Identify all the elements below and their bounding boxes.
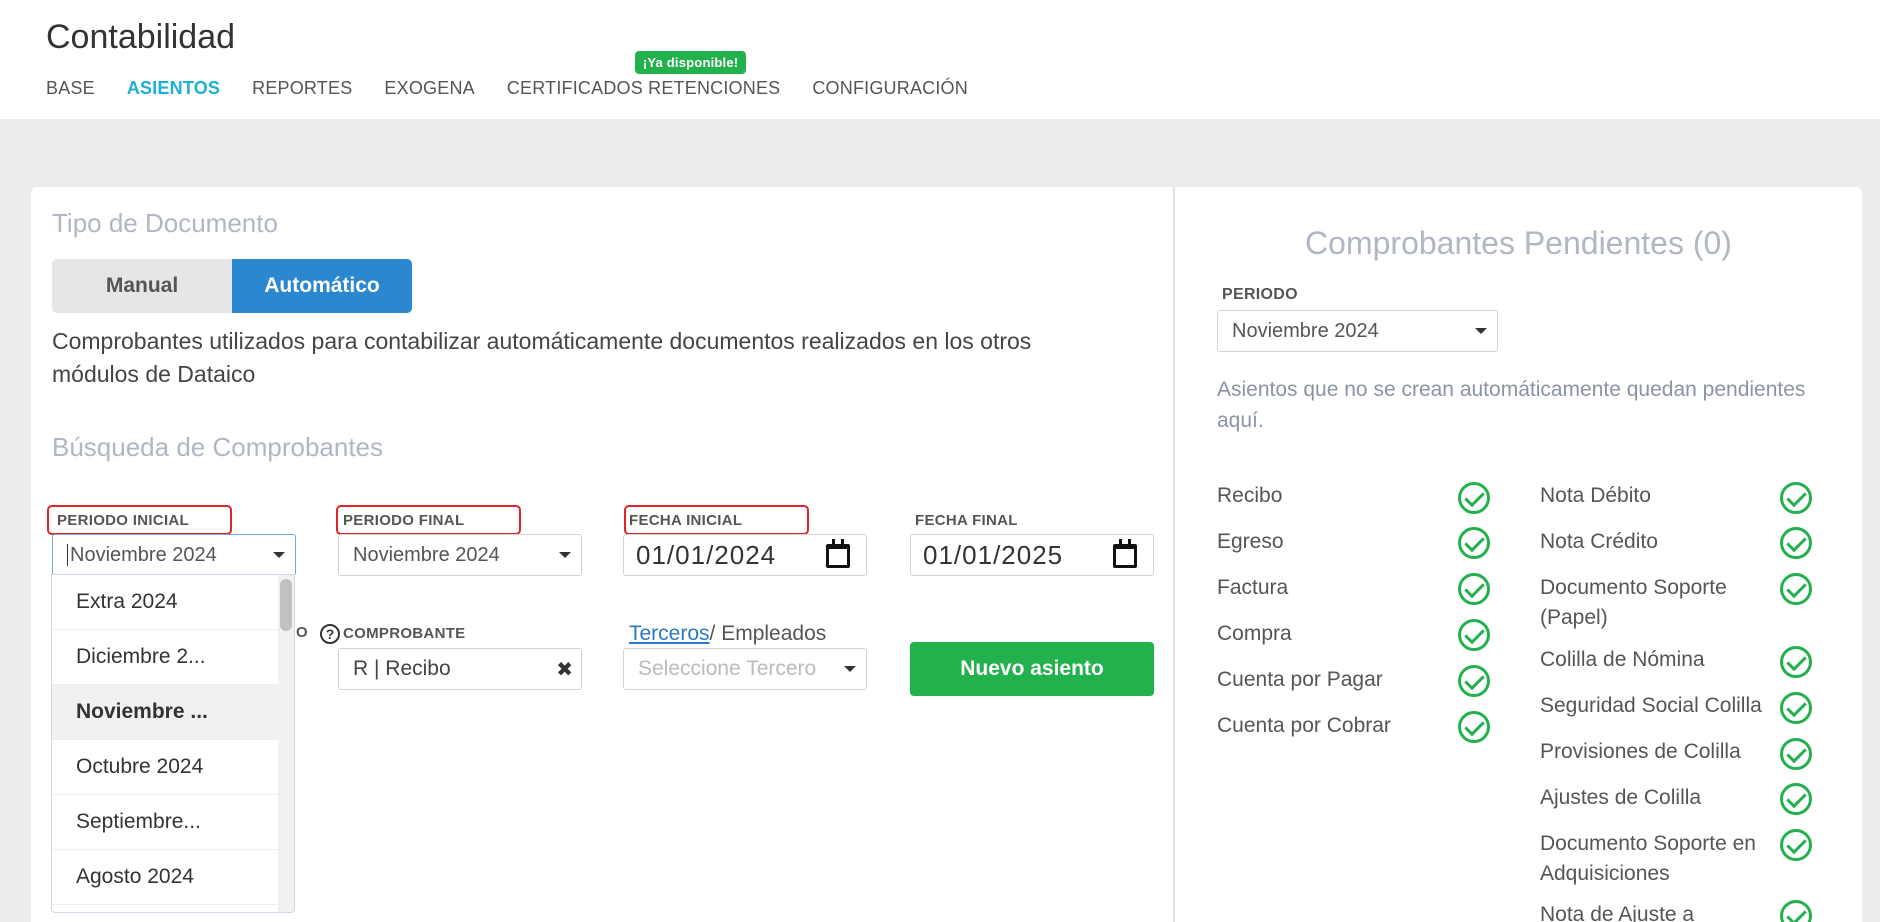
check-circle-icon bbox=[1780, 646, 1812, 678]
text-cursor bbox=[67, 544, 68, 566]
dropdown-option[interactable]: Octubre 2024 bbox=[52, 740, 280, 795]
tercero-select[interactable]: Seleccione Tercero bbox=[623, 648, 867, 690]
doc-type-title: Tipo de Documento bbox=[52, 208, 278, 238]
dropdown-option[interactable]: Agosto 2024 bbox=[52, 850, 280, 905]
pending-periodo-value: Noviembre 2024 bbox=[1232, 319, 1379, 342]
check-circle-icon bbox=[1458, 619, 1490, 651]
fecha-inicial-input[interactable]: 01/01/2024 bbox=[623, 534, 867, 576]
check-circle-icon bbox=[1458, 573, 1490, 605]
fecha-final-label: FECHA FINAL bbox=[915, 512, 1018, 529]
status-item: Cuenta por Cobrar bbox=[1217, 714, 1391, 737]
check-circle-icon bbox=[1458, 665, 1490, 697]
check-circle-icon bbox=[1458, 482, 1490, 514]
help-icon[interactable]: ? bbox=[320, 624, 340, 644]
status-item: Colilla de Nómina bbox=[1540, 648, 1705, 671]
tab-reportes[interactable]: REPORTES bbox=[252, 78, 352, 99]
status-item: Seguridad Social Colilla bbox=[1540, 694, 1762, 717]
partial-label: O bbox=[296, 624, 308, 641]
tab-configuracion[interactable]: CONFIGURACIÓN bbox=[812, 78, 968, 99]
status-item: Cuenta por Pagar bbox=[1217, 668, 1383, 691]
automatic-button[interactable]: Automático bbox=[232, 259, 412, 313]
comprobante-label: COMPROBANTE bbox=[343, 625, 466, 642]
check-circle-icon bbox=[1780, 573, 1812, 605]
periodo-inicial-select[interactable]: Noviembre 2024 bbox=[52, 534, 296, 576]
status-item: Factura bbox=[1217, 576, 1289, 599]
terceros-link[interactable]: Terceros bbox=[629, 622, 710, 645]
search-title: Búsqueda de Comprobantes bbox=[52, 432, 384, 462]
top-header: Contabilidad BASE ASIENTOS REPORTES EXOG… bbox=[0, 0, 1880, 119]
doc-type-description: Comprobantes utilizados para contabiliza… bbox=[52, 328, 1032, 387]
dropdown-option[interactable]: Septiembre... bbox=[52, 795, 280, 850]
check-circle-icon bbox=[1458, 711, 1490, 743]
check-circle-icon bbox=[1780, 527, 1812, 559]
pending-periodo-select[interactable]: Noviembre 2024 bbox=[1217, 310, 1498, 352]
tab-asientos[interactable]: ASIENTOS bbox=[127, 78, 220, 99]
tab-certificados-retenciones[interactable]: CERTIFICADOS RETENCIONES ¡Ya disponible! bbox=[506, 51, 781, 99]
status-item: Egreso bbox=[1217, 530, 1284, 553]
calendar-icon[interactable] bbox=[826, 539, 850, 568]
status-item: Documento Soporte en Adquisiciones bbox=[1540, 832, 1756, 885]
status-item: Nota Crédito bbox=[1540, 530, 1658, 553]
periodo-label: PERIODO bbox=[1222, 286, 1298, 303]
check-circle-icon bbox=[1780, 482, 1812, 514]
pending-title: Comprobantes Pendientes (0) bbox=[1305, 225, 1732, 261]
comprobante-select[interactable]: R | Recibo ✖ bbox=[338, 648, 582, 690]
check-circle-icon bbox=[1780, 783, 1812, 815]
chevron-down-icon bbox=[1475, 328, 1487, 334]
fecha-final-input[interactable]: 01/01/2025 bbox=[910, 534, 1154, 576]
status-item: Recibo bbox=[1217, 484, 1283, 507]
tab-base[interactable]: BASE bbox=[46, 78, 95, 99]
periodo-inicial-dropdown: Extra 2024 Diciembre 2... Noviembre ... … bbox=[51, 574, 295, 913]
terceros-empleados-label: Terceros/ Empleados bbox=[629, 622, 826, 646]
check-circle-icon bbox=[1458, 527, 1490, 559]
app-title: Contabilidad bbox=[46, 18, 236, 56]
new-entry-button[interactable]: Nuevo asiento bbox=[910, 642, 1154, 696]
tab-certificados-label: CERTIFICADOS RETENCIONES bbox=[506, 78, 781, 98]
status-item: Nota Débito bbox=[1540, 484, 1651, 507]
new-feature-badge: ¡Ya disponible! bbox=[634, 51, 747, 74]
periodo-inicial-value: Noviembre 2024 bbox=[70, 543, 217, 566]
dropdown-scroll-thumb[interactable] bbox=[280, 579, 292, 631]
comprobante-value: R | Recibo bbox=[353, 657, 451, 680]
status-item: Nota de Ajuste a bbox=[1540, 903, 1695, 922]
pending-note: Asientos que no se crean automáticamente… bbox=[1217, 378, 1806, 432]
check-circle-icon bbox=[1780, 738, 1812, 770]
clear-icon[interactable]: ✖ bbox=[556, 657, 573, 682]
periodo-final-select[interactable]: Noviembre 2024 bbox=[338, 534, 582, 576]
status-item: Documento Soporte (Papel) bbox=[1540, 576, 1727, 629]
fecha-inicial-value: 01/01/2024 bbox=[636, 539, 777, 570]
chevron-down-icon bbox=[273, 552, 285, 558]
periodo-inicial-label: PERIODO INICIAL bbox=[57, 512, 190, 529]
tercero-placeholder: Seleccione Tercero bbox=[638, 657, 817, 680]
dropdown-option-selected[interactable]: Noviembre ... bbox=[52, 685, 280, 740]
dropdown-option[interactable]: Diciembre 2... bbox=[52, 630, 280, 685]
check-circle-icon bbox=[1780, 829, 1812, 861]
status-item: Compra bbox=[1217, 622, 1292, 645]
chevron-down-icon bbox=[844, 666, 856, 672]
dropdown-option[interactable]: Extra 2024 bbox=[52, 575, 280, 630]
calendar-icon[interactable] bbox=[1113, 539, 1137, 568]
doc-type-toggle: Manual Automático bbox=[52, 259, 412, 313]
periodo-final-label: PERIODO FINAL bbox=[343, 512, 465, 529]
manual-button[interactable]: Manual bbox=[52, 259, 232, 313]
tab-exogena[interactable]: EXOGENA bbox=[384, 78, 474, 99]
check-circle-icon bbox=[1780, 692, 1812, 724]
status-item: Provisiones de Colilla bbox=[1540, 740, 1741, 763]
periodo-final-value: Noviembre 2024 bbox=[353, 543, 500, 566]
status-item: Ajustes de Colilla bbox=[1540, 786, 1702, 809]
empleados-text: / Empleados bbox=[709, 622, 827, 645]
fecha-inicial-label: FECHA INICIAL bbox=[629, 512, 743, 529]
main-nav: BASE ASIENTOS REPORTES EXOGENA CERTIFICA… bbox=[46, 51, 1000, 99]
chevron-down-icon bbox=[559, 552, 571, 558]
fecha-final-value: 01/01/2025 bbox=[923, 539, 1064, 570]
